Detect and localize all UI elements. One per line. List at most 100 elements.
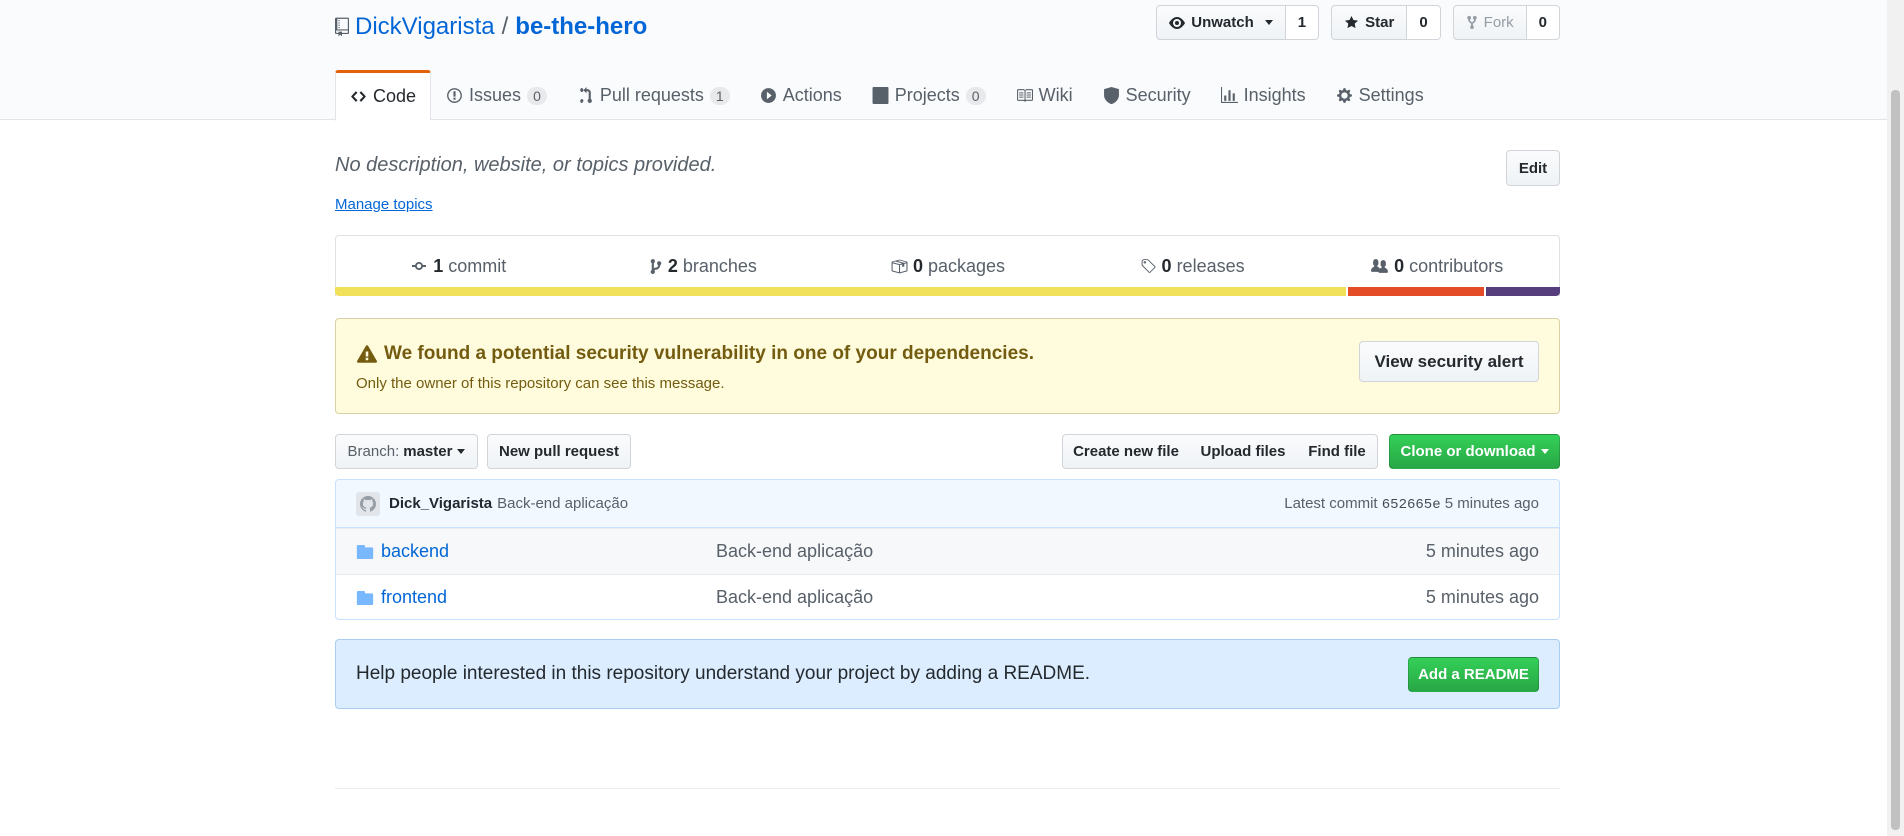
file-row-frontend[interactable]: frontend Back-end aplicação 5 minutes ag… — [336, 574, 1559, 619]
branch-value: master — [403, 443, 453, 460]
repo-name-link[interactable]: be-the-hero — [515, 13, 647, 41]
tab-label: Actions — [782, 85, 842, 105]
tab-code[interactable]: Code — [335, 70, 432, 121]
create-new-file-button[interactable]: Create new file — [1062, 434, 1190, 469]
language-segment[interactable] — [335, 287, 1346, 296]
footer-divider — [335, 788, 1560, 789]
watch-count[interactable]: 1 — [1285, 5, 1320, 40]
commit-author[interactable]: Dick_Vigarista — [389, 495, 492, 512]
file-list: Dick_Vigarista Back-end aplicação Latest… — [335, 479, 1560, 620]
code-icon — [351, 91, 366, 102]
language-bar[interactable] — [335, 287, 1560, 296]
fork-count[interactable]: 0 — [1526, 5, 1560, 40]
star-button[interactable]: Star — [1331, 5, 1408, 40]
watch-group: Unwatch 1 — [1156, 5, 1320, 40]
tab-label: Projects — [894, 85, 960, 105]
people-icon — [1371, 258, 1389, 273]
repo-separator: / — [501, 13, 509, 40]
tab-settings[interactable]: Settings — [1321, 70, 1439, 121]
file-row-backend[interactable]: backend Back-end aplicação 5 minutes ago — [336, 528, 1559, 574]
commits-count: 1 — [433, 255, 444, 276]
packages-label: packages — [927, 255, 1006, 276]
vertical-scrollbar[interactable] — [1887, 0, 1904, 836]
watch-label: Unwatch — [1191, 14, 1254, 31]
new-pull-request-button[interactable]: New pull request — [487, 434, 631, 469]
language-segment[interactable] — [1485, 287, 1560, 296]
tab-label: Issues — [469, 85, 522, 105]
file-commit-message[interactable]: Back-end aplicação — [716, 587, 873, 608]
fork-icon — [1466, 15, 1477, 30]
latest-commit-info: Latest commit 652665e 5 minutes ago — [1284, 495, 1539, 513]
add-readme-button[interactable]: Add a README — [1408, 657, 1539, 692]
packages-count: 0 — [912, 255, 923, 276]
alert-icon — [357, 345, 378, 363]
clone-label: Clone or download — [1400, 443, 1536, 460]
find-file-button[interactable]: Find file — [1297, 434, 1378, 469]
star-label: Star — [1365, 14, 1395, 31]
repo-description: No description, website, or topics provi… — [335, 154, 717, 176]
tab-wiki[interactable]: Wiki — [1001, 70, 1088, 121]
commit-sha[interactable]: 652665e — [1382, 497, 1441, 513]
readme-prompt: Help people interested in this repositor… — [335, 639, 1560, 709]
tab-counter: 0 — [965, 86, 986, 105]
releases-count: 0 — [1161, 255, 1172, 276]
package-icon — [891, 259, 908, 273]
clone-or-download-button[interactable]: Clone or download — [1389, 434, 1560, 469]
tab-pull-requests[interactable]: Pull requests 1 — [562, 70, 745, 121]
tab-label: Security — [1125, 85, 1191, 105]
tab-counter: 1 — [709, 86, 730, 105]
watch-button[interactable]: Unwatch — [1156, 5, 1286, 40]
branch-select-button[interactable]: Branch: master — [335, 434, 478, 469]
language-segment[interactable] — [1347, 287, 1484, 296]
view-security-alert-button[interactable]: View security alert — [1359, 341, 1539, 382]
chevron-down-icon — [1540, 449, 1549, 454]
tab-projects[interactable]: Projects 0 — [857, 70, 1001, 121]
tab-insights[interactable]: Insights — [1206, 70, 1321, 121]
commits-label: commit — [448, 255, 507, 276]
commit-age: 5 minutes ago — [1444, 494, 1539, 512]
branches-label: branches — [682, 255, 757, 276]
upload-files-button[interactable]: Upload files — [1189, 434, 1298, 469]
file-name[interactable]: frontend — [381, 587, 716, 608]
tab-counter: 0 — [527, 86, 547, 105]
file-navigation: Branch: master New pull request Create n… — [335, 434, 1560, 469]
commit-message[interactable]: Back-end aplicação — [497, 495, 628, 512]
alert-subtitle: Only the owner of this repository can se… — [356, 375, 725, 392]
avatar[interactable] — [356, 491, 380, 516]
tab-issues[interactable]: Issues 0 — [431, 70, 562, 121]
scrollbar-thumb[interactable] — [1891, 90, 1900, 830]
latest-commit-bar: Dick_Vigarista Back-end aplicação Latest… — [336, 480, 1559, 528]
eye-icon — [1169, 16, 1186, 29]
file-age: 5 minutes ago — [1425, 587, 1539, 607]
contributors-label: contributors — [1409, 255, 1504, 276]
tab-actions[interactable]: Actions — [745, 70, 857, 121]
file-name[interactable]: backend — [381, 541, 716, 562]
security-alert-banner: We found a potential security vulnerabil… — [335, 318, 1560, 414]
manage-topics-link[interactable]: Manage topics — [335, 196, 433, 213]
tab-security[interactable]: Security — [1088, 70, 1206, 121]
readme-prompt-text: Help people interested in this repositor… — [356, 663, 1091, 684]
star-count[interactable]: 0 — [1407, 5, 1441, 40]
repo-icon — [335, 17, 349, 37]
repo-nav-tabs: Code Issues 0 Pull requests 1 Actions Pr… — [335, 70, 1439, 121]
shield-icon — [1103, 87, 1119, 104]
alert-title: We found a potential security vulnerabil… — [356, 343, 1034, 365]
chevron-down-icon — [1264, 20, 1273, 25]
repo-owner-link[interactable]: DickVigarista — [355, 13, 495, 41]
edit-button[interactable]: Edit — [1506, 150, 1560, 186]
file-age: 5 minutes ago — [1425, 541, 1539, 561]
tab-label: Insights — [1243, 85, 1306, 105]
octocat-icon — [360, 495, 376, 512]
latest-commit-label: Latest commit — [1284, 494, 1378, 512]
book-icon — [1016, 89, 1033, 102]
project-icon — [872, 87, 889, 104]
gear-icon — [1336, 88, 1352, 103]
commit-icon — [412, 262, 427, 270]
graph-icon — [1220, 87, 1238, 103]
fork-button[interactable]: Fork — [1452, 5, 1527, 40]
contributors-count: 0 — [1394, 255, 1405, 276]
file-commit-message[interactable]: Back-end aplicação — [716, 541, 873, 562]
chevron-down-icon — [457, 449, 466, 454]
folder-icon — [356, 544, 374, 559]
tag-icon — [1141, 258, 1156, 273]
